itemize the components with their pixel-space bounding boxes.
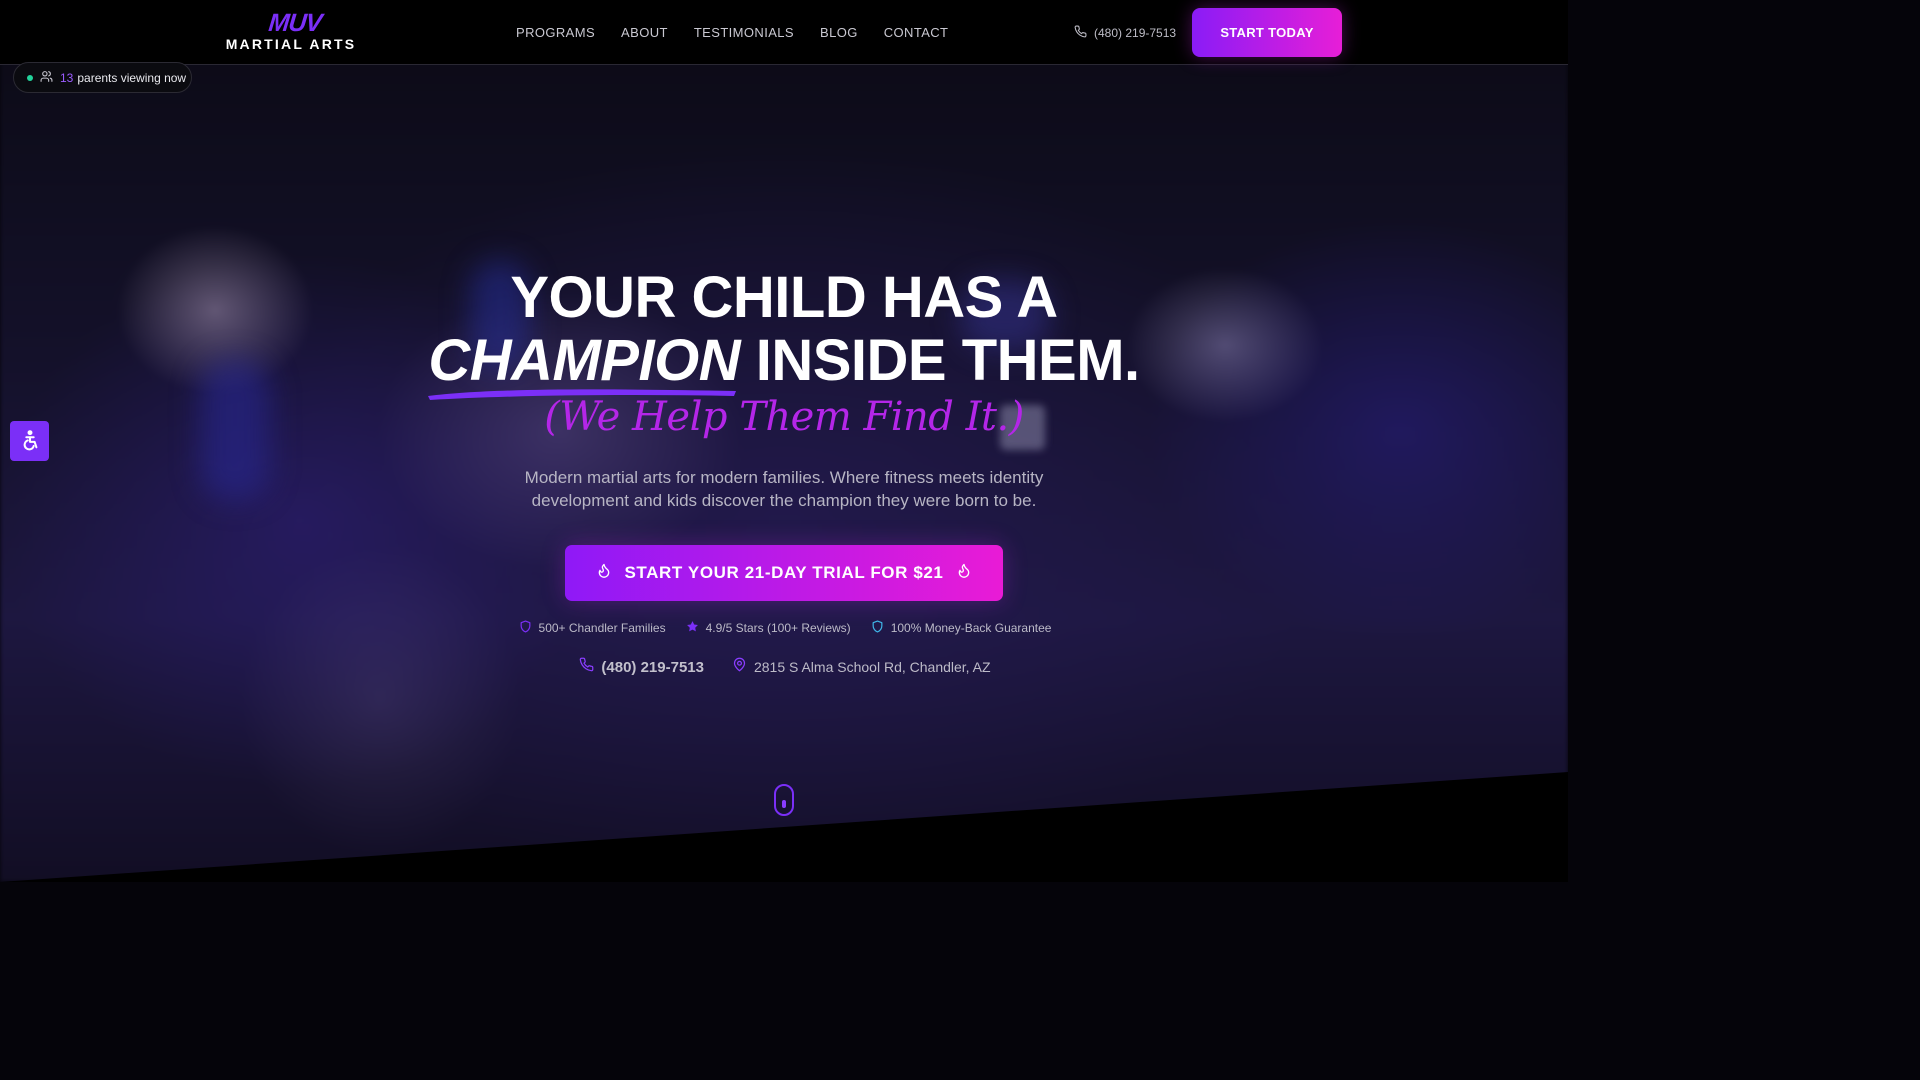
hero-headline-line-1: YOUR CHILD HAS A bbox=[510, 265, 1058, 330]
logo-mark: MUV bbox=[267, 9, 323, 37]
scroll-down-indicator[interactable] bbox=[774, 784, 794, 816]
hero-headline-line-2: CHAMPION INSIDE THEM. bbox=[0, 328, 1568, 400]
start-today-button[interactable]: START TODAY bbox=[1192, 8, 1342, 57]
nav-links: PROGRAMS ABOUT TESTIMONIALS BLOG CONTACT bbox=[516, 25, 948, 40]
start-trial-button[interactable]: START YOUR 21-DAY TRIAL FOR $21 bbox=[565, 545, 1003, 601]
phone-icon bbox=[579, 657, 594, 677]
logo[interactable]: MUV MARTIAL ARTS bbox=[225, 9, 365, 52]
viewers-badge: 13 parents viewing now bbox=[13, 62, 192, 93]
nav-link-testimonials[interactable]: TESTIMONIALS bbox=[694, 25, 794, 40]
hero-address: 2815 S Alma School Rd, Chandler, AZ bbox=[732, 657, 991, 677]
trust-guarantee-text: 100% Money-Back Guarantee bbox=[890, 621, 1052, 635]
live-indicator-dot bbox=[27, 74, 33, 81]
viewer-label: parents viewing now bbox=[77, 70, 187, 85]
hero-contact-row: (480) 219-7513 2815 S Alma School Rd, Ch… bbox=[0, 657, 1568, 677]
nav-link-programs[interactable]: PROGRAMS bbox=[516, 25, 595, 40]
scroll-wheel bbox=[782, 800, 786, 808]
flame-icon bbox=[596, 562, 612, 584]
nav-phone-number: (480) 219-7513 bbox=[1094, 26, 1177, 40]
logo-text: MARTIAL ARTS bbox=[225, 36, 357, 52]
phone-icon bbox=[1074, 25, 1087, 41]
nav-link-contact[interactable]: CONTACT bbox=[884, 25, 949, 40]
hero-subtext: Modern martial arts for modern families.… bbox=[524, 468, 1044, 510]
shield-check-icon bbox=[871, 620, 884, 636]
trust-families-text: 500+ Chandler Families bbox=[538, 621, 666, 635]
hero-headline-rest: INSIDE THEM. bbox=[755, 328, 1140, 393]
star-icon bbox=[686, 620, 699, 636]
hero-phone-number: (480) 219-7513 bbox=[601, 658, 704, 676]
trust-rating-text: 4.9/5 Stars (100+ Reviews) bbox=[705, 621, 851, 635]
trust-item-rating: 4.9/5 Stars (100+ Reviews) bbox=[686, 620, 851, 636]
users-icon bbox=[40, 70, 53, 86]
hero-tagline: (We Help Them Find It.) bbox=[544, 394, 1024, 440]
landing-page: MUV MARTIAL ARTS PROGRAMS ABOUT TESTIMON… bbox=[0, 0, 1568, 882]
nav-link-blog[interactable]: BLOG bbox=[820, 25, 858, 40]
map-pin-icon bbox=[732, 657, 747, 677]
navbar: MUV MARTIAL ARTS PROGRAMS ABOUT TESTIMON… bbox=[0, 0, 1568, 65]
nav-link-about[interactable]: ABOUT bbox=[621, 25, 668, 40]
flame-icon bbox=[956, 562, 972, 584]
viewer-count: 13 bbox=[60, 70, 74, 85]
trust-item-families: 500+ Chandler Families bbox=[519, 620, 666, 636]
shield-icon bbox=[519, 620, 532, 636]
trust-item-guarantee: 100% Money-Back Guarantee bbox=[871, 620, 1052, 636]
hero-highlight-word: CHAMPION bbox=[428, 330, 741, 400]
nav-phone-link[interactable]: (480) 219-7513 bbox=[1074, 25, 1176, 41]
trust-badges: 500+ Chandler Families 4.9/5 Stars (100+… bbox=[0, 620, 1568, 636]
hero-phone-link[interactable]: (480) 219-7513 bbox=[579, 657, 704, 677]
hero-address-text: 2815 S Alma School Rd, Chandler, AZ bbox=[753, 659, 991, 675]
start-trial-label: START YOUR 21-DAY TRIAL FOR $21 bbox=[624, 563, 944, 582]
